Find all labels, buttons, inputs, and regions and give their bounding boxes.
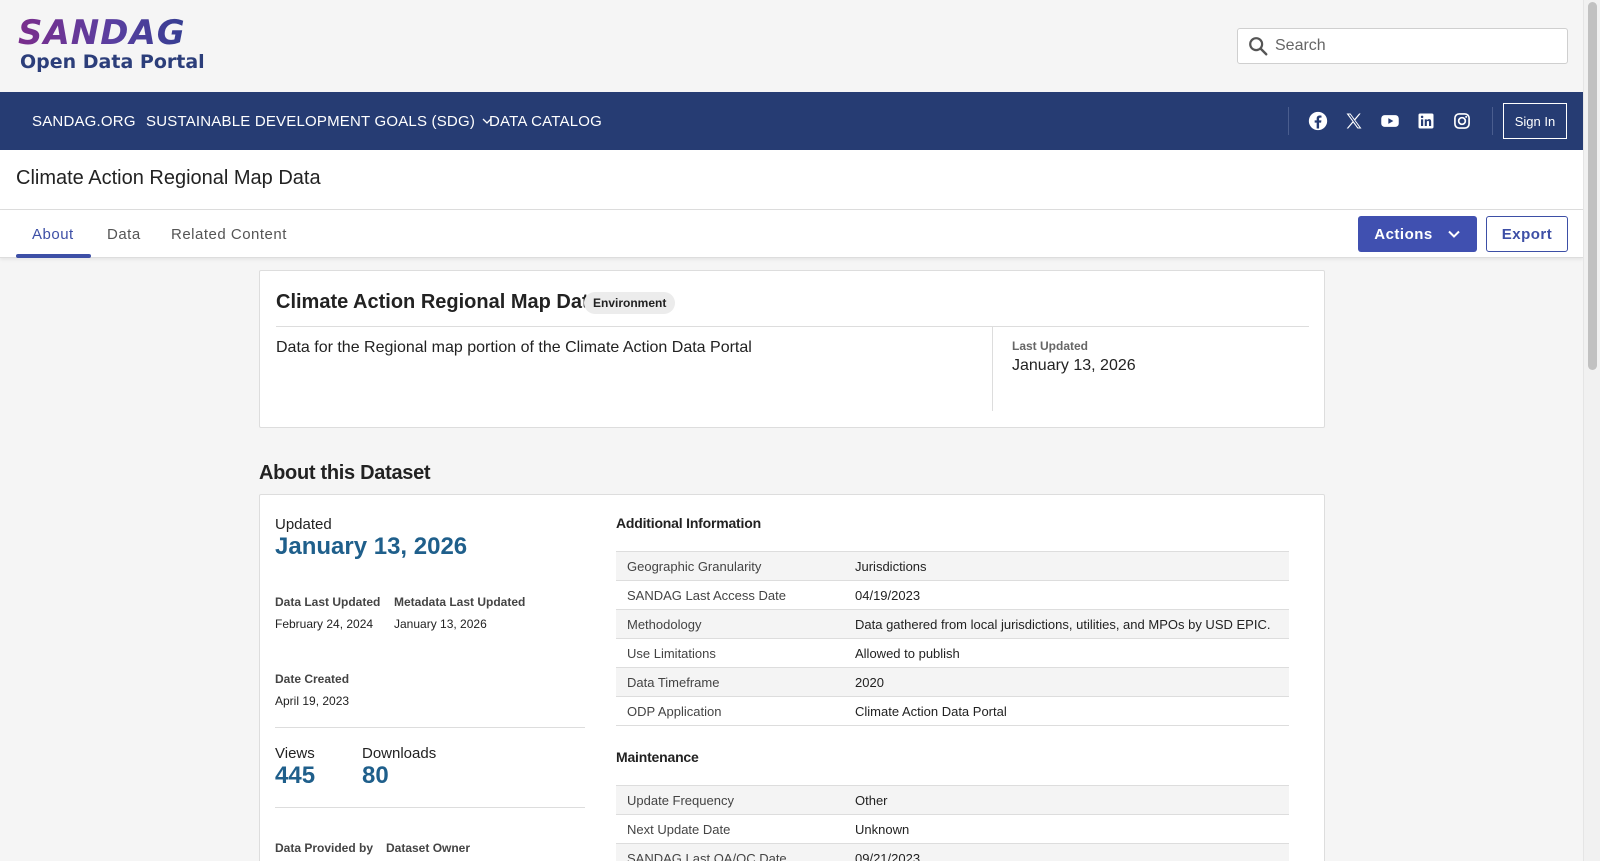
- downloads-label: Downloads: [362, 745, 437, 762]
- data-last-updated-label: Data Last Updated: [275, 595, 381, 609]
- search-input[interactable]: [1275, 37, 1545, 55]
- tab-about[interactable]: About: [32, 210, 74, 258]
- page-scrollbar[interactable]: [1583, 0, 1600, 861]
- export-button[interactable]: Export: [1486, 216, 1568, 252]
- actions-label: Actions: [1374, 225, 1433, 243]
- row-key: Geographic Granularity: [627, 558, 762, 574]
- row-key: SANDAG Last Access Date: [627, 587, 786, 603]
- last-updated-label: Last Updated: [1012, 339, 1089, 353]
- chevron-down-icon: [1448, 230, 1460, 238]
- table-row: Data Timeframe 2020: [616, 667, 1289, 697]
- date-created-label: Date Created: [275, 672, 350, 686]
- table-row: SANDAG Last QA/QC Date 09/21/2023: [616, 843, 1289, 861]
- dataset-summary-card: Climate Action Regional Map Data Environ…: [259, 270, 1325, 428]
- row-value: Data gathered from local jurisdictions, …: [855, 616, 1271, 632]
- linkedin-icon[interactable]: [1416, 111, 1436, 131]
- views-label: Views: [275, 745, 315, 762]
- divider: [276, 326, 1309, 327]
- metadata-last-updated-label: Metadata Last Updated: [394, 595, 526, 609]
- scrollbar-thumb[interactable]: [1588, 2, 1597, 370]
- maintenance-table: Update Frequency Other Next Update Date Un…: [616, 785, 1289, 861]
- page-title: Climate Action Regional Map Data: [16, 167, 321, 189]
- tab-data[interactable]: Data: [107, 210, 141, 258]
- row-key: SANDAG Last QA/QC Date: [627, 850, 787, 861]
- views-value: 445: [275, 762, 316, 789]
- table-row: Next Update Date Unknown: [616, 814, 1289, 844]
- nav-divider: [1288, 107, 1289, 135]
- tabs-bar: About Data Related Content Actions Expor…: [0, 210, 1583, 258]
- additional-information-table: Geographic Granularity Jurisdictions SAND…: [616, 551, 1289, 726]
- table-row: Methodology Data gathered from local juri…: [616, 609, 1289, 639]
- dataset-owner-label: Dataset Owner: [386, 841, 471, 855]
- row-key: Next Update Date: [627, 821, 731, 837]
- logo-subtitle: Open Data Portal: [20, 51, 205, 73]
- divider: [275, 807, 585, 808]
- x-twitter-icon[interactable]: [1344, 111, 1364, 131]
- nav-item-label: SUSTAINABLE DEVELOPMENT GOALS (SDG): [146, 112, 476, 130]
- last-updated-value: January 13, 2026: [1012, 357, 1136, 374]
- updated-label: Updated: [275, 516, 332, 533]
- dataset-title: Climate Action Regional Map Data: [276, 291, 600, 313]
- additional-information-heading: Additional Information: [616, 515, 761, 531]
- divider: [992, 327, 993, 411]
- data-provided-by-label: Data Provided by: [275, 841, 374, 855]
- main-nav: SANDAG.ORG SUSTAINABLE DEVELOPMENT GOALS…: [0, 92, 1583, 150]
- table-row: Update Frequency Other: [616, 785, 1289, 815]
- tab-related-content[interactable]: Related Content: [171, 210, 287, 258]
- row-value: Unknown: [855, 821, 910, 837]
- row-key: ODP Application: [627, 703, 722, 719]
- facebook-icon[interactable]: [1308, 111, 1328, 131]
- about-dataset-card: Updated January 13, 2026 Data Last Updat…: [259, 494, 1325, 861]
- row-value: Climate Action Data Portal: [855, 703, 1007, 719]
- date-created-value: April 19, 2023: [275, 694, 350, 708]
- nav-item-sandag-org[interactable]: SANDAG.ORG: [32, 92, 136, 150]
- row-value: 2020: [855, 674, 884, 690]
- table-row: Use Limitations Allowed to publish: [616, 638, 1289, 668]
- sign-in-button[interactable]: Sign In: [1503, 103, 1567, 139]
- nav-divider: [1492, 107, 1493, 135]
- downloads-value: 80: [362, 762, 389, 789]
- about-section-title: About this Dataset: [259, 462, 431, 484]
- nav-item-label: SANDAG.ORG: [32, 112, 136, 130]
- page-title-band: Climate Action Regional Map Data: [0, 150, 1583, 210]
- logo-wordmark: SANDAG: [18, 16, 205, 50]
- table-row: Geographic Granularity Jurisdictions: [616, 551, 1289, 581]
- row-key: Use Limitations: [627, 645, 716, 661]
- nav-item-data-catalog[interactable]: DATA CATALOG: [489, 92, 602, 150]
- divider: [275, 727, 585, 728]
- row-value: Other: [855, 792, 888, 808]
- search-icon: [1249, 37, 1268, 56]
- maintenance-heading: Maintenance: [616, 749, 699, 765]
- row-key: Data Timeframe: [627, 674, 720, 690]
- row-value: 04/19/2023: [855, 587, 921, 603]
- sandag-logo[interactable]: SANDAG Open Data Portal: [18, 16, 205, 73]
- row-key: Methodology: [627, 616, 702, 632]
- active-tab-indicator: [16, 254, 91, 258]
- row-value: Allowed to publish: [855, 645, 960, 661]
- nav-item-sdg[interactable]: SUSTAINABLE DEVELOPMENT GOALS (SDG): [146, 92, 493, 150]
- search-box[interactable]: [1237, 28, 1568, 64]
- youtube-icon[interactable]: [1380, 111, 1400, 131]
- actions-button[interactable]: Actions: [1358, 216, 1477, 252]
- instagram-icon[interactable]: [1452, 111, 1472, 131]
- metadata-last-updated-value: January 13, 2026: [394, 617, 487, 631]
- row-value: 09/21/2023: [855, 850, 921, 861]
- updated-value: January 13, 2026: [275, 533, 468, 560]
- row-key: Update Frequency: [627, 792, 734, 808]
- row-value: Jurisdictions: [855, 558, 927, 574]
- table-row: SANDAG Last Access Date 04/19/2023: [616, 580, 1289, 610]
- nav-item-label: DATA CATALOG: [489, 112, 602, 130]
- table-row: ODP Application Climate Action Data Porta…: [616, 696, 1289, 726]
- category-badge[interactable]: Environment: [584, 292, 676, 314]
- dataset-description: Data for the Regional map portion of the…: [276, 339, 752, 356]
- data-last-updated-value: February 24, 2024: [275, 617, 374, 631]
- top-header: SANDAG Open Data Portal: [0, 0, 1583, 92]
